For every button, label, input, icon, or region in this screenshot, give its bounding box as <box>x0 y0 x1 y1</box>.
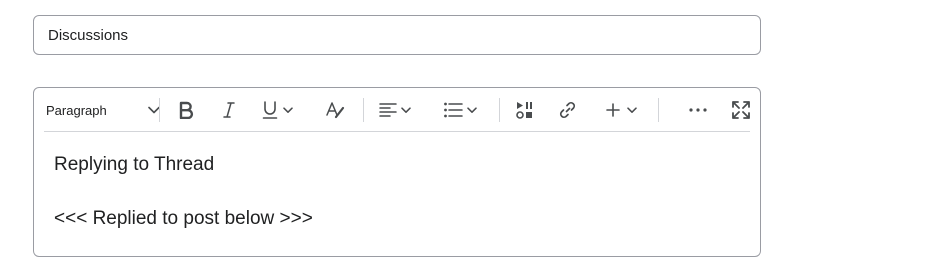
italic-button[interactable] <box>215 94 243 126</box>
content-line: <<< Replied to post below >>> <box>54 208 313 229</box>
more-icon <box>689 108 707 112</box>
fullscreen-icon <box>732 101 750 119</box>
chevron-down-icon <box>401 106 411 114</box>
bold-icon <box>178 101 194 119</box>
toolbar-separator <box>499 98 500 122</box>
editor-toolbar: Paragraph <box>34 88 760 132</box>
underline-button[interactable] <box>261 94 305 126</box>
plus-icon <box>605 102 621 118</box>
insert-stuff-icon <box>515 100 535 120</box>
block-format-label: Paragraph <box>46 102 107 118</box>
rich-text-editor: Paragraph Replying to Thread <<< Replied… <box>33 87 761 257</box>
more-options-button[interactable] <box>684 94 712 126</box>
italic-icon <box>222 101 236 119</box>
list-dropdown[interactable] <box>443 94 487 126</box>
chevron-down-icon <box>627 106 637 114</box>
insert-more-dropdown[interactable] <box>605 94 645 126</box>
chevron-down-icon <box>467 106 477 114</box>
link-icon <box>558 100 578 120</box>
editor-content[interactable]: Replying to Thread <<< Replied to post b… <box>54 154 313 230</box>
insert-link-button[interactable] <box>554 94 582 126</box>
fullscreen-button[interactable] <box>727 94 755 126</box>
align-left-icon <box>379 102 397 118</box>
toolbar-separator <box>658 98 659 122</box>
block-format-dropdown[interactable]: Paragraph <box>46 94 160 126</box>
toolbar-separator <box>363 98 364 122</box>
chevron-down-icon <box>283 106 293 114</box>
content-line: Replying to Thread <box>54 154 215 175</box>
insert-stuff-button[interactable] <box>511 94 539 126</box>
underline-icon <box>261 100 279 120</box>
toolbar-divider <box>44 131 750 132</box>
bold-button[interactable] <box>172 94 200 126</box>
bullet-list-icon <box>443 101 463 119</box>
text-format-button[interactable] <box>321 94 349 126</box>
text-format-icon <box>325 100 345 120</box>
toolbar-separator <box>159 98 160 122</box>
align-dropdown[interactable] <box>379 94 423 126</box>
subject-input[interactable] <box>33 15 761 55</box>
